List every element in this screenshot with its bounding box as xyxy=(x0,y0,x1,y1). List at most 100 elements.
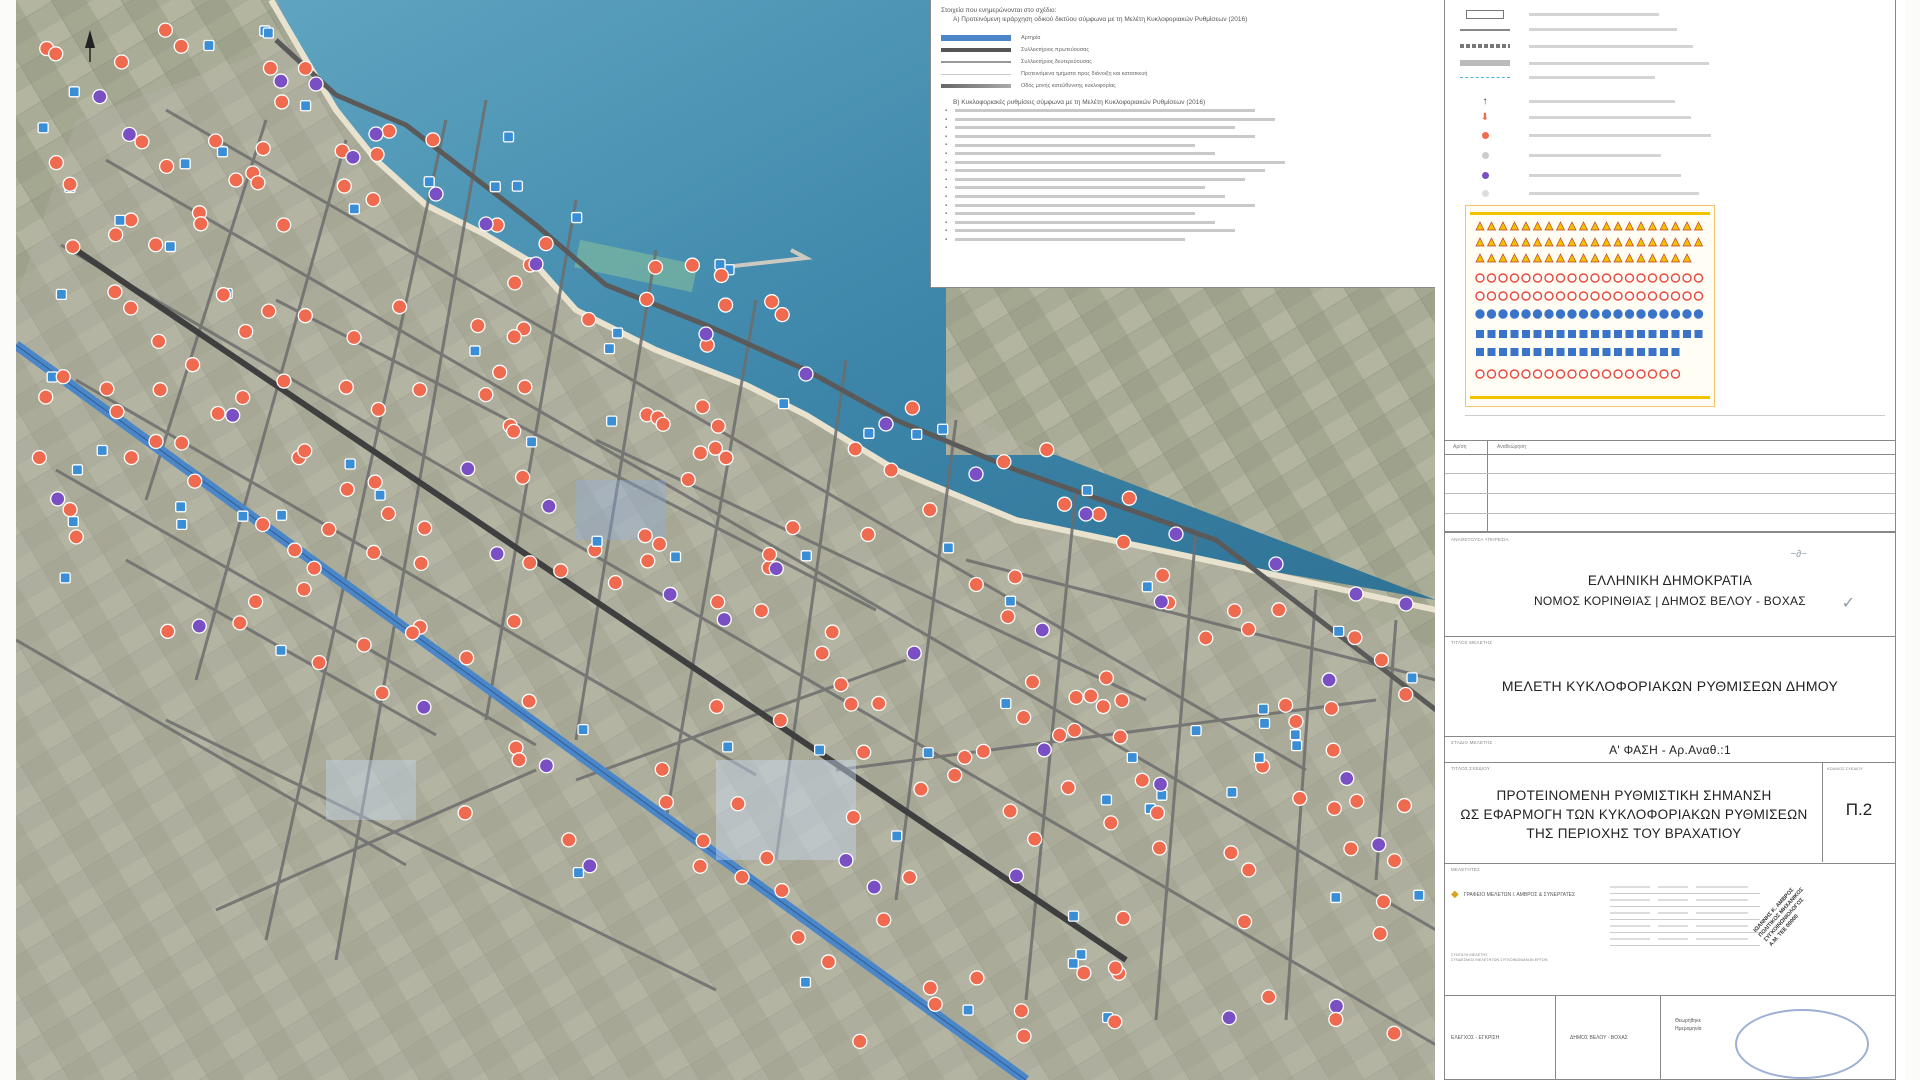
stop-sign-marker[interactable] xyxy=(1325,742,1341,758)
stop-sign-marker[interactable] xyxy=(276,373,292,389)
info-sign-marker[interactable] xyxy=(911,428,923,440)
stop-sign-marker[interactable] xyxy=(123,300,139,316)
stop-sign-marker[interactable] xyxy=(1226,603,1243,619)
stop-sign-marker[interactable] xyxy=(1068,689,1084,706)
stop-sign-marker[interactable] xyxy=(764,294,780,310)
info-sign-marker[interactable] xyxy=(1330,891,1342,904)
stop-sign-marker[interactable] xyxy=(901,869,918,886)
info-sign-marker[interactable] xyxy=(55,288,68,301)
purple-sign-marker[interactable] xyxy=(768,560,784,577)
purple-sign-marker[interactable] xyxy=(92,88,108,105)
stop-sign-marker[interactable] xyxy=(109,404,125,420)
stop-sign-marker[interactable] xyxy=(250,175,266,191)
stop-sign-marker[interactable] xyxy=(1121,490,1137,506)
purple-sign-marker[interactable] xyxy=(582,858,598,874)
info-sign-marker[interactable] xyxy=(489,181,501,193)
stop-sign-marker[interactable] xyxy=(235,389,251,406)
info-sign-marker[interactable] xyxy=(572,866,585,879)
stop-sign-marker[interactable] xyxy=(193,216,209,232)
stop-sign-marker[interactable] xyxy=(255,516,271,533)
stop-sign-marker[interactable] xyxy=(1115,534,1132,550)
stop-sign-marker[interactable] xyxy=(99,381,115,397)
info-sign-marker[interactable] xyxy=(67,515,79,528)
purple-sign-marker[interactable] xyxy=(460,461,476,477)
stop-sign-marker[interactable] xyxy=(1343,841,1359,857)
stop-sign-marker[interactable] xyxy=(470,317,486,334)
info-sign-marker[interactable] xyxy=(863,427,875,439)
purple-sign-marker[interactable] xyxy=(308,76,324,92)
stop-sign-marker[interactable] xyxy=(833,676,849,693)
stop-sign-marker[interactable] xyxy=(1051,727,1068,743)
info-sign-marker[interactable] xyxy=(423,176,435,188)
stop-sign-marker[interactable] xyxy=(1349,793,1365,809)
stop-sign-marker[interactable] xyxy=(1323,700,1340,717)
stop-sign-marker[interactable] xyxy=(207,133,224,149)
stop-sign-marker[interactable] xyxy=(68,529,84,545)
stop-sign-marker[interactable] xyxy=(774,882,790,899)
stop-sign-marker[interactable] xyxy=(247,593,264,610)
info-sign-marker[interactable] xyxy=(175,501,187,513)
stop-sign-marker[interactable] xyxy=(1154,567,1171,584)
purple-sign-marker[interactable] xyxy=(1152,776,1169,792)
info-sign-marker[interactable] xyxy=(96,444,108,457)
info-sign-marker[interactable] xyxy=(891,830,903,842)
stop-sign-marker[interactable] xyxy=(1396,797,1413,814)
stop-sign-marker[interactable] xyxy=(1027,831,1043,847)
purple-sign-marker[interactable] xyxy=(225,407,241,423)
info-sign-marker[interactable] xyxy=(262,27,275,39)
stop-sign-marker[interactable] xyxy=(261,303,277,319)
stop-sign-marker[interactable] xyxy=(367,474,383,490)
stop-sign-marker[interactable] xyxy=(215,287,232,303)
stop-sign-marker[interactable] xyxy=(297,308,313,324)
info-sign-marker[interactable] xyxy=(606,415,618,427)
purple-sign-marker[interactable] xyxy=(191,618,207,634)
stop-sign-marker[interactable] xyxy=(1198,630,1214,646)
stop-sign-marker[interactable] xyxy=(1241,862,1257,878)
stop-sign-marker[interactable] xyxy=(404,625,421,641)
purple-sign-marker[interactable] xyxy=(1268,556,1284,572)
info-sign-marker[interactable] xyxy=(1406,672,1418,684)
stop-sign-marker[interactable] xyxy=(380,505,397,522)
stop-sign-marker[interactable] xyxy=(370,401,387,418)
purple-sign-marker[interactable] xyxy=(1078,506,1094,522)
stop-sign-marker[interactable] xyxy=(1271,602,1287,618)
stop-sign-marker[interactable] xyxy=(651,536,668,552)
info-sign-marker[interactable] xyxy=(114,214,126,226)
stop-sign-marker[interactable] xyxy=(785,519,801,536)
stop-sign-marker[interactable] xyxy=(62,501,78,518)
stop-sign-marker[interactable] xyxy=(506,613,522,630)
info-sign-marker[interactable] xyxy=(179,158,191,170)
stop-sign-marker[interactable] xyxy=(356,637,372,653)
info-sign-marker[interactable] xyxy=(1126,751,1138,764)
stop-sign-marker[interactable] xyxy=(996,454,1012,470)
stop-sign-marker[interactable] xyxy=(511,752,527,768)
stop-sign-marker[interactable] xyxy=(1007,569,1023,585)
stop-sign-marker[interactable] xyxy=(1347,629,1363,646)
stop-sign-marker[interactable] xyxy=(647,259,664,275)
info-sign-marker[interactable] xyxy=(344,458,356,470)
stop-sign-marker[interactable] xyxy=(1056,496,1073,512)
stop-sign-marker[interactable] xyxy=(1107,1014,1123,1030)
stop-sign-marker[interactable] xyxy=(1375,894,1392,910)
stop-sign-marker[interactable] xyxy=(824,624,840,640)
stop-sign-marker[interactable] xyxy=(274,94,290,110)
stop-sign-marker[interactable] xyxy=(369,146,385,163)
purple-sign-marker[interactable] xyxy=(662,586,678,603)
stop-sign-marker[interactable] xyxy=(883,462,899,478)
stop-sign-marker[interactable] xyxy=(187,473,203,489)
stop-sign-marker[interactable] xyxy=(1149,805,1166,821)
purple-sign-marker[interactable] xyxy=(866,879,882,895)
stop-sign-marker[interactable] xyxy=(1386,1025,1402,1041)
stop-sign-marker[interactable] xyxy=(1115,910,1131,926)
stop-sign-marker[interactable] xyxy=(717,297,734,313)
info-sign-marker[interactable] xyxy=(942,542,955,554)
purple-sign-marker[interactable] xyxy=(716,611,732,628)
stop-sign-marker[interactable] xyxy=(774,306,790,323)
stop-sign-marker[interactable] xyxy=(843,696,859,712)
purple-sign-marker[interactable] xyxy=(1398,596,1414,612)
info-sign-marker[interactable] xyxy=(577,723,589,736)
stop-sign-marker[interactable] xyxy=(1328,1011,1344,1028)
purple-sign-marker[interactable] xyxy=(50,491,66,507)
purple-sign-marker[interactable] xyxy=(1221,1010,1237,1026)
stop-sign-marker[interactable] xyxy=(336,178,352,194)
